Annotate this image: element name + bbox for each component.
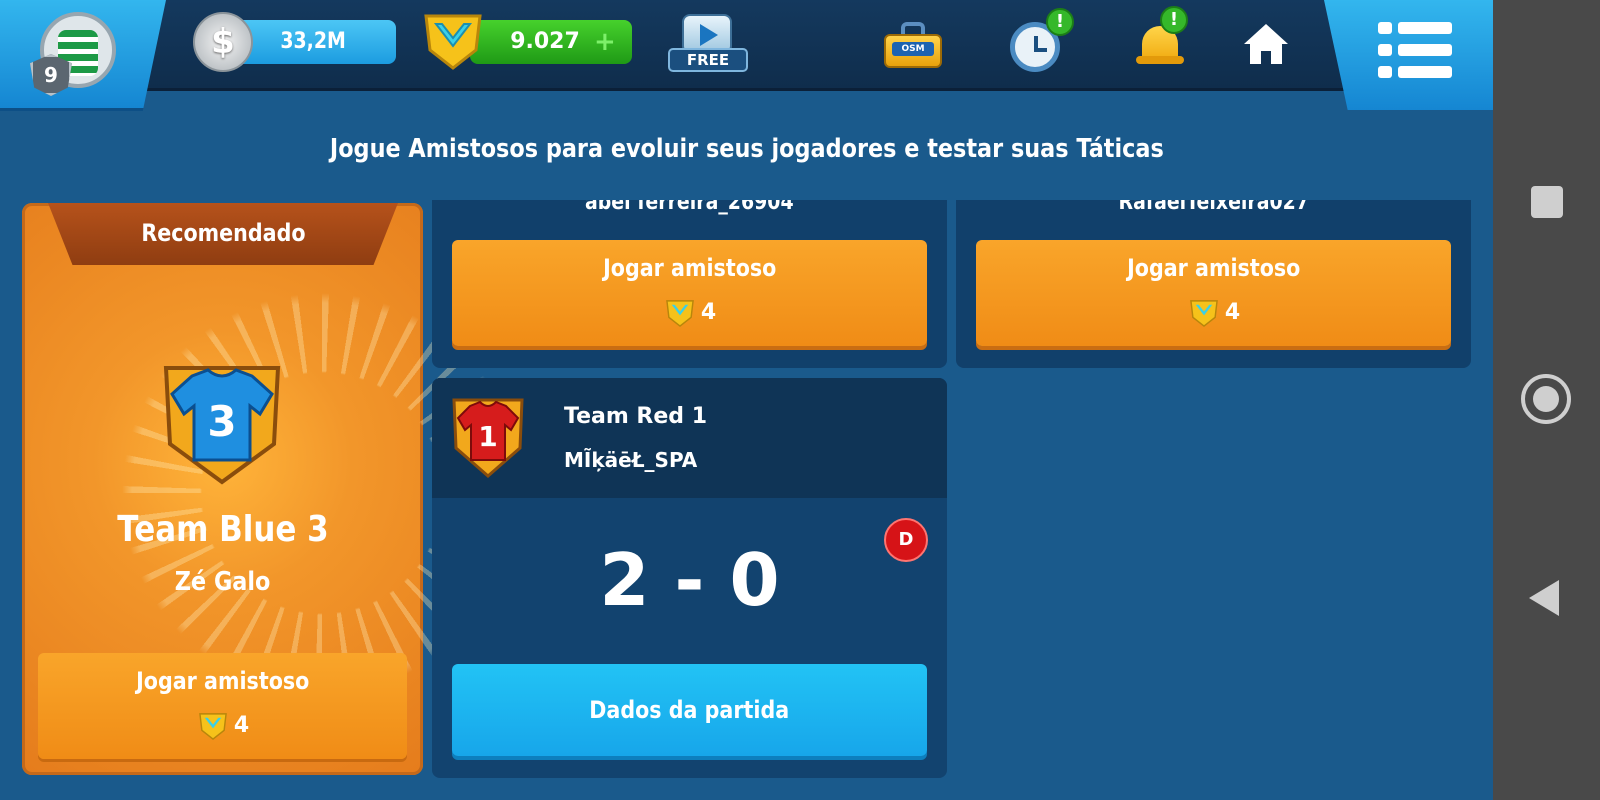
gem-value: 9.027 — [510, 29, 580, 54]
play-friendly-button[interactable]: Jogar amistoso 4 — [976, 240, 1451, 346]
play-friendly-label: Jogar amistoso — [602, 254, 777, 282]
coin-balance[interactable]: 33,2M — [230, 20, 396, 64]
match-team-name: Team Red 1 — [564, 404, 708, 429]
home-nav-icon[interactable] — [1521, 374, 1571, 424]
match-manager-name: MĨķäēŁ_SPA — [564, 448, 698, 472]
bag-icon[interactable]: OSM — [884, 22, 942, 68]
match-result-card: 1 Team Red 1 MĨķäēŁ_SPA D 2 - 0 Dados da… — [432, 378, 947, 778]
shield-gem-icon — [665, 300, 694, 327]
match-score: 2 - 0 — [599, 538, 780, 622]
gem-balance[interactable]: 9.027 + — [470, 20, 632, 64]
match-data-button[interactable]: Dados da partida — [452, 664, 927, 756]
red-shirt-icon: 1 — [452, 398, 524, 478]
opponent-card: abel ferreira_26904 Jogar amistoso 4 — [432, 200, 947, 368]
shirt-number: 1 — [478, 420, 497, 453]
recents-icon[interactable] — [1531, 186, 1563, 218]
shield-gem-icon — [1189, 300, 1218, 327]
dollar-coin-icon: $ — [193, 12, 253, 72]
opponent-name: abel ferreira_26904 — [585, 200, 794, 215]
shield-gem-icon — [424, 14, 482, 70]
back-icon[interactable] — [1529, 580, 1559, 616]
bag-tag: OSM — [892, 42, 934, 56]
android-nav-bar — [1493, 0, 1600, 800]
play-cost: 4 — [452, 296, 927, 330]
page-heading: Jogue Amistosos para evoluir seus jogado… — [329, 134, 1164, 164]
bell-alert-badge: ! — [1160, 6, 1188, 34]
free-label: FREE — [668, 48, 748, 72]
home-icon[interactable] — [1242, 20, 1290, 68]
play-cost: 4 — [976, 296, 1451, 330]
opponent-name: RafaelTeixeira027 — [1118, 200, 1309, 215]
stopwatch-alert-badge: ! — [1046, 8, 1074, 36]
add-gems-icon[interactable]: + — [594, 20, 616, 64]
play-friendly-button[interactable]: Jogar amistoso 4 — [452, 240, 927, 346]
match-header: 1 Team Red 1 MĨķäēŁ_SPA — [432, 378, 947, 498]
play-friendly-label: Jogar amistoso — [1126, 254, 1301, 282]
coin-value: 33,2M — [280, 29, 346, 54]
free-video-button[interactable]: FREE — [668, 14, 754, 76]
opponent-card: RafaelTeixeira027 Jogar amistoso 4 — [956, 200, 1471, 368]
menu-icon[interactable] — [1378, 22, 1452, 80]
